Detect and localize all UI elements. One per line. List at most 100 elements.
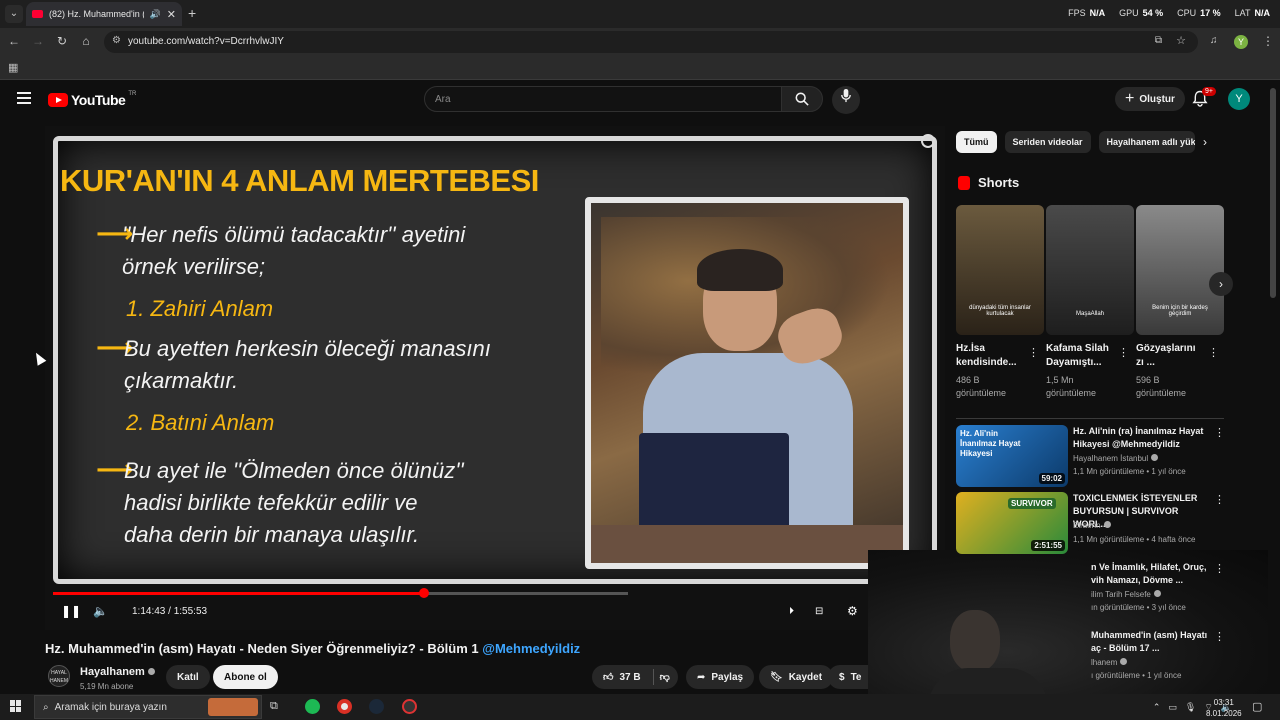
save-button[interactable]: 🔖︎ Kaydet: [759, 665, 834, 689]
close-tab-icon[interactable]: ✕: [167, 8, 176, 21]
pause-icon[interactable]: ❚❚: [61, 604, 81, 618]
chip-series[interactable]: Seriden videolar: [1004, 131, 1091, 153]
install-icon[interactable]: ⧉: [1155, 35, 1162, 46]
more-options-icon[interactable]: ⋮: [1214, 426, 1225, 439]
network-icon[interactable]: ▭: [1168, 702, 1177, 713]
bookmarks-bar: ▦: [0, 56, 1280, 80]
reload-icon[interactable]: ↻: [54, 34, 70, 48]
search-icon: ⌕: [43, 701, 49, 713]
shorts-heading: Shorts: [958, 175, 1019, 190]
profile-avatar[interactable]: Y: [1234, 35, 1248, 49]
verified-icon: [1103, 521, 1111, 528]
video-thumbnail[interactable]: SURVIVOR 2:51:55: [956, 492, 1068, 554]
back-icon[interactable]: ←: [6, 34, 22, 48]
speaker-icon[interactable]: 🔊: [150, 9, 161, 20]
more-options-icon[interactable]: ⋮: [1214, 493, 1225, 506]
search-button[interactable]: [781, 86, 823, 112]
media-control-icon[interactable]: ♫: [1210, 35, 1218, 46]
slide-title: KUR'AN'IN 4 ANLAM MERTEBESI: [60, 163, 539, 198]
share-icon: ➦: [697, 671, 706, 683]
thumbs-down-icon[interactable]: 👎︎: [660, 671, 670, 683]
new-tab-icon[interactable]: +: [188, 5, 196, 21]
account-avatar[interactable]: Y: [1228, 88, 1250, 110]
video-title-link[interactable]: Hz. Ali'nin (ra) İnanılmaz Hayat Hikayes…: [1073, 425, 1213, 451]
bookmark-star-icon[interactable]: ☆: [1176, 34, 1186, 47]
short-title[interactable]: Kafama Silah Dayamıştı...: [1046, 342, 1109, 370]
tab-search-icon[interactable]: ⌄: [5, 5, 23, 23]
tray-chevron-icon[interactable]: ⌃: [1153, 702, 1161, 713]
chrome-icon[interactable]: [337, 699, 352, 714]
more-options-icon[interactable]: ⋮: [1214, 630, 1225, 643]
record-app-icon[interactable]: [402, 699, 417, 714]
video-meta: ın görüntüleme • 3 yıl önce: [1091, 603, 1186, 612]
taskbar-search-input[interactable]: ⌕ Aramak için buraya yazın: [34, 695, 262, 719]
subscribe-button[interactable]: Abone ol: [213, 665, 278, 689]
notification-center-icon[interactable]: ▢: [1252, 700, 1262, 713]
more-options-icon[interactable]: ⋮: [1028, 346, 1039, 359]
url-text: youtube.com/watch?v=DcrrhvlwJIY: [128, 36, 284, 47]
video-title-link[interactable]: n Ve İmamlık, Hilafet, Oruç, vih Namazı,…: [1091, 561, 1211, 587]
video-title-link[interactable]: Muhammed'in (asm) Hayatı aç - Bölüm 17 .…: [1091, 629, 1211, 655]
like-button[interactable]: 👍︎ 37 B 👎︎: [592, 665, 678, 689]
perf-cpu: CPU 17 %: [1177, 8, 1221, 18]
verified-icon: [1120, 658, 1128, 665]
short-thumbnail[interactable]: dünyadaki tüm insanlar kurtulacak: [956, 205, 1044, 335]
site-info-icon[interactable]: ⚙: [112, 35, 121, 46]
more-options-icon[interactable]: ⋮: [1208, 346, 1219, 359]
filter-chips: Tümü Seriden videolar Hayalhanem adlı yü…: [956, 131, 1195, 153]
short-thumbnail[interactable]: Benim için bir kardeş geçirdim: [1136, 205, 1224, 335]
chip-uploads[interactable]: Hayalhanem adlı yükl: [1098, 131, 1195, 153]
youtube-logo[interactable]: YouTube TR: [48, 91, 136, 108]
notifications-button[interactable]: 9+: [1192, 87, 1216, 112]
channel-name[interactable]: Hayalhanem: [80, 666, 155, 678]
microphone-icon[interactable]: 🎙︎: [1185, 702, 1196, 713]
mention-link[interactable]: @Mehmedyildiz: [482, 641, 580, 656]
desk: [591, 525, 903, 563]
shorts-next-button[interactable]: ›: [1209, 272, 1233, 296]
video-channel[interactable]: ilim Tarih Felsefe: [1091, 590, 1161, 599]
logo-wordmark: YouTube: [71, 92, 126, 108]
forward-icon[interactable]: →: [30, 34, 46, 48]
video-thumbnail[interactable]: Hz. Ali'nin İnanılmaz Hayat Hikayesi 59:…: [956, 425, 1068, 487]
more-options-icon[interactable]: ⋮: [1214, 562, 1225, 575]
short-title[interactable]: Hz.İsa kendisinde...: [956, 342, 1017, 370]
progress-bar[interactable]: [53, 588, 628, 598]
page-scrollbar[interactable]: [1270, 88, 1276, 298]
volume-icon[interactable]: 🔈: [93, 604, 108, 618]
captions-icon[interactable]: ⊟: [815, 606, 823, 617]
channel-logo[interactable]: HAYAL HANEM: [48, 665, 70, 687]
search-input[interactable]: Ara: [424, 86, 782, 112]
video-channel[interactable]: lhanem: [1091, 658, 1128, 667]
video-channel[interactable]: Elraenn: [1073, 521, 1111, 530]
plus-icon: +: [1125, 90, 1135, 107]
menu-icon[interactable]: [17, 92, 31, 104]
video-channel[interactable]: Hayalhanem İstanbul: [1073, 454, 1159, 463]
system-clock[interactable]: 03:31 8.01.2026: [1206, 697, 1242, 719]
steam-icon[interactable]: [369, 699, 384, 714]
short-thumbnail[interactable]: MaşaAllah: [1046, 205, 1134, 335]
autoplay-toggle-icon[interactable]: ⏵: [789, 606, 794, 617]
share-button[interactable]: ➦ Paylaş: [686, 665, 755, 689]
chevron-right-icon[interactable]: ›: [1203, 135, 1207, 149]
join-button[interactable]: Katıl: [166, 665, 210, 689]
slide-line: örnek verilirse;: [122, 254, 266, 279]
player-info-icon[interactable]: [921, 134, 935, 148]
voice-search-button[interactable]: [832, 86, 860, 114]
browser-tab-bar: ⌄ (82) Hz. Muhammed'in (asm) 🔊 ✕ + FPSN/…: [0, 0, 1280, 28]
short-title[interactable]: Gözyaşlarını zı ...: [1136, 342, 1195, 370]
spotify-icon[interactable]: [305, 699, 320, 714]
thanks-button[interactable]: $ Te: [828, 665, 868, 689]
settings-gear-icon[interactable]: ⚙: [847, 604, 858, 618]
chip-all[interactable]: Tümü: [956, 131, 997, 153]
url-field[interactable]: ⚙ youtube.com/watch?v=DcrrhvlwJIY ⧉ ☆: [104, 31, 1198, 53]
windows-start-icon[interactable]: [10, 700, 22, 712]
browser-tab[interactable]: (82) Hz. Muhammed'in (asm) 🔊 ✕: [26, 2, 182, 26]
home-icon[interactable]: ⌂: [78, 34, 94, 48]
create-button[interactable]: + Oluştur: [1115, 87, 1185, 111]
task-view-icon[interactable]: ⧉: [270, 700, 278, 713]
more-options-icon[interactable]: ⋮: [1118, 346, 1129, 359]
scrubber-handle[interactable]: [418, 588, 429, 598]
browser-menu-icon[interactable]: ⋮: [1262, 34, 1274, 48]
performance-overlay: FPS N/A GPU 54 % CPU 17 % LAT N/A: [1068, 8, 1270, 18]
apps-grid-icon[interactable]: ▦: [8, 61, 18, 74]
